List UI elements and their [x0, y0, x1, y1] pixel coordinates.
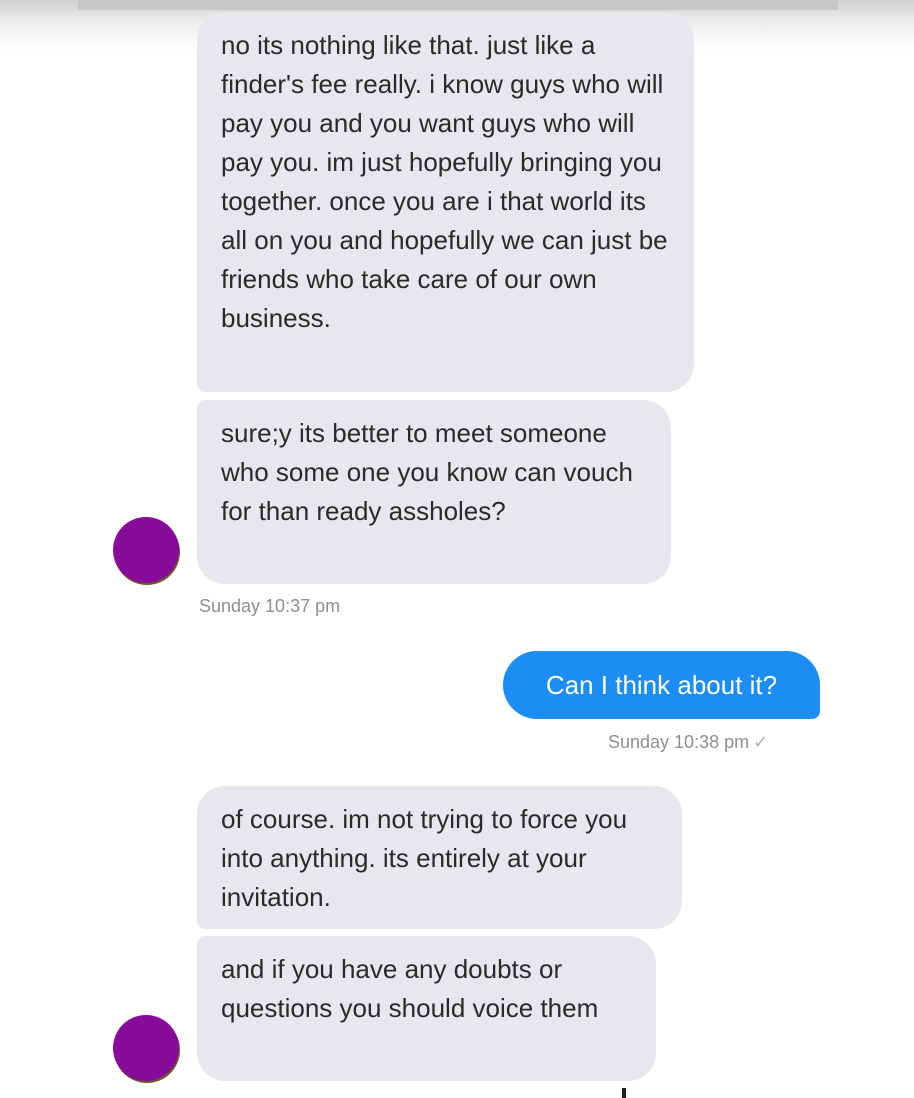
- avatar-icon[interactable]: [113, 1015, 179, 1081]
- message-timestamp: Sunday 10:38 pm: [608, 732, 750, 752]
- message-timestamp: Sunday 10:37 pm: [199, 596, 341, 616]
- incoming-message-bubble[interactable]: of course. im not trying to force you in…: [197, 786, 682, 929]
- outgoing-message-bubble[interactable]: Can I think about it?: [503, 651, 820, 719]
- incoming-message-bubble[interactable]: and if you have any doubts or questions …: [197, 936, 656, 1081]
- incoming-message-bubble[interactable]: no its nothing like that. just like a fi…: [197, 12, 694, 392]
- incoming-message-bubble[interactable]: sure;y its better to meet someone who so…: [197, 400, 671, 584]
- cropped-fragment: [622, 1088, 626, 1098]
- message-timestamp-row: Sunday 10:38 pm ✓: [608, 732, 768, 753]
- avatar-icon[interactable]: [113, 517, 179, 583]
- checkmark-icon: ✓: [753, 732, 769, 752]
- top-bar: [78, 0, 838, 10]
